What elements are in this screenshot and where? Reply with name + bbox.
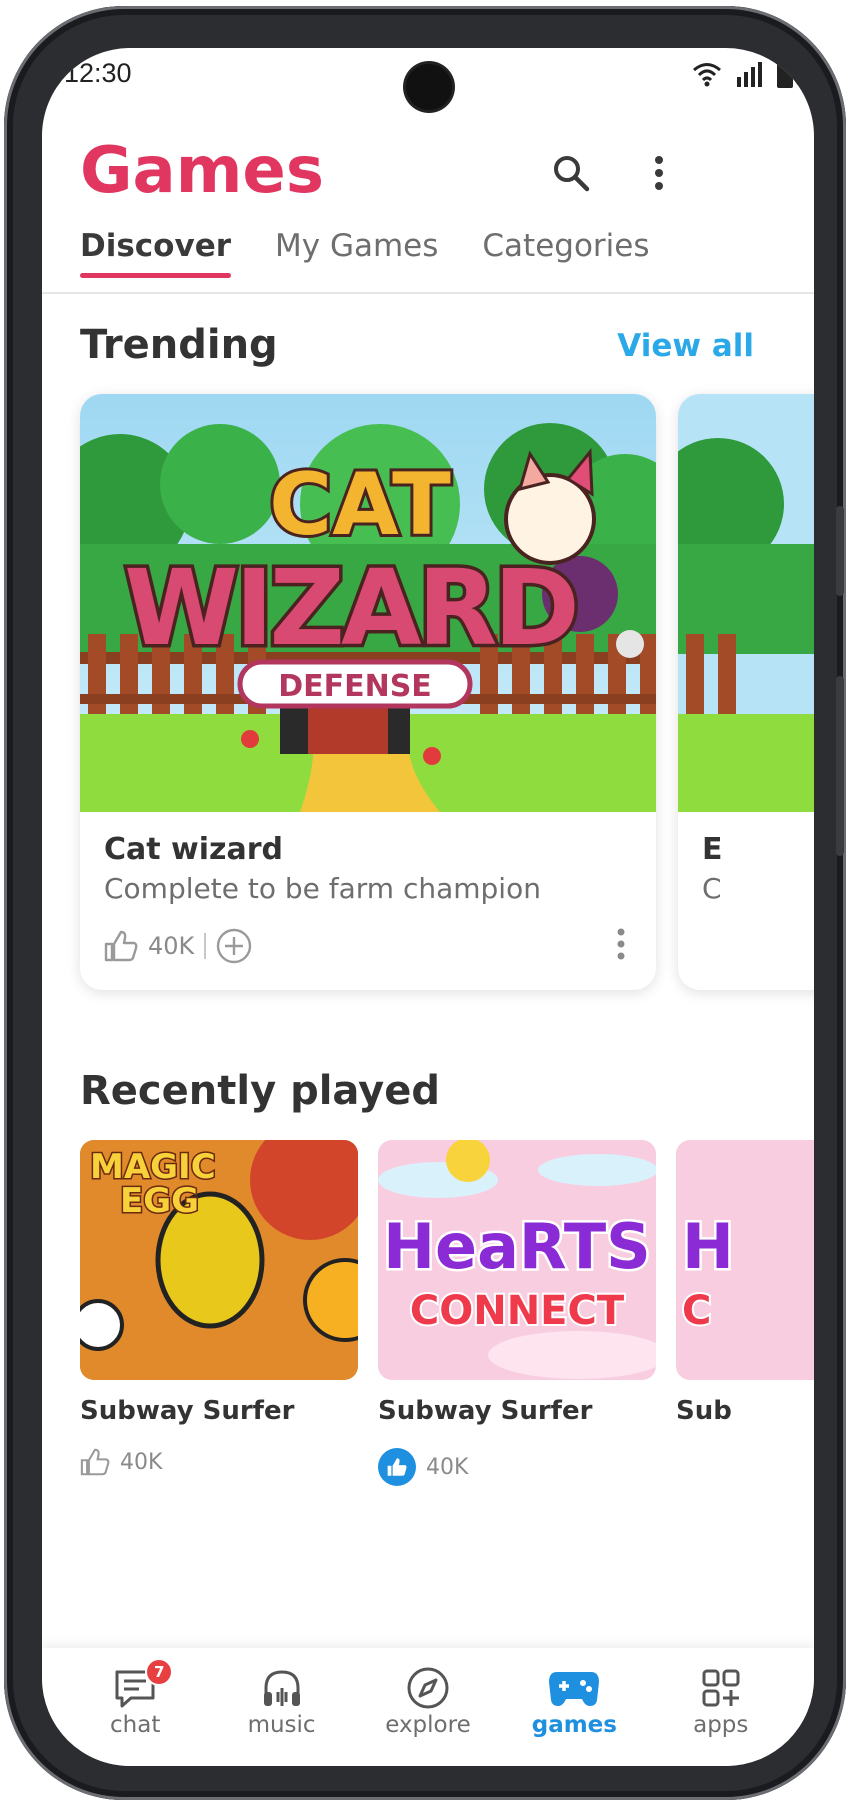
tab-my-games[interactable]: My Games: [275, 228, 438, 276]
recent-card-title: Subway Surfer: [80, 1396, 295, 1426]
search-icon: [554, 156, 590, 192]
card-actions: 40K: [378, 1448, 656, 1486]
nav-label: music: [247, 1712, 316, 1738]
card-actions: 40K: [104, 928, 252, 964]
power-button: [836, 676, 844, 856]
thumbs-up-icon[interactable]: [80, 1448, 110, 1476]
tab-categories[interactable]: Categories: [482, 228, 649, 276]
signal-icon: [737, 62, 762, 87]
like-count: 40K: [148, 932, 195, 960]
screen: 12:30 Games Discover My Games Categories…: [42, 48, 814, 1766]
game-artwork: H C: [676, 1140, 814, 1380]
phone-frame: 12:30 Games Discover My Games Categories…: [4, 6, 846, 1800]
more-options-button[interactable]: [632, 146, 686, 200]
art-logo-defense: DEFENSE: [278, 669, 432, 704]
bottom-nav: 7 chat music explore games apps: [42, 1648, 814, 1766]
like-count: 40K: [120, 1449, 163, 1475]
recent-game-card[interactable]: HeaRTS CONNECT Subway Surfer 40K: [378, 1140, 656, 1486]
front-camera: [406, 64, 452, 110]
tab-divider: [42, 292, 814, 294]
nav-label: games: [531, 1712, 617, 1738]
art-logo-wizard: WIZARD: [124, 547, 576, 669]
game-card-cat-wizard[interactable]: CAT WIZARD DEFENSE Cat wizard Complete t…: [80, 394, 656, 990]
battery-icon: [777, 60, 793, 88]
nav-explore[interactable]: explore: [368, 1648, 488, 1766]
apps-icon: [702, 1669, 740, 1707]
nav-label: apps: [693, 1712, 749, 1738]
wifi-icon: [693, 63, 721, 87]
tab-discover[interactable]: Discover: [80, 228, 232, 278]
game-card-peek[interactable]: E C: [678, 394, 814, 990]
page-title: Games: [80, 134, 324, 208]
more-vertical-icon: [617, 928, 625, 960]
nav-music[interactable]: music: [222, 1648, 342, 1766]
game-artwork: HeaRTS CONNECT: [378, 1140, 656, 1380]
art-logo-hearts: HeaRTS: [383, 1210, 651, 1283]
headphones-icon: [263, 1670, 300, 1706]
like-count: 40K: [426, 1454, 469, 1480]
thumbs-up-icon[interactable]: [104, 930, 138, 962]
nav-label: chat: [110, 1712, 161, 1738]
recently-played-heading: Recently played: [80, 1068, 441, 1114]
recent-card-title: Subway Surfer: [378, 1396, 593, 1426]
thumbs-up-icon: [387, 1458, 407, 1476]
tab-bar: Discover My Games Categories: [80, 228, 694, 278]
search-button[interactable]: [544, 146, 598, 200]
recent-card-title: Sub: [676, 1396, 732, 1426]
recent-game-card[interactable]: MAGIC EGG Subway Surfer 40K: [80, 1140, 358, 1476]
action-divider: [204, 933, 207, 959]
status-time: 12:30: [64, 58, 132, 88]
art-logo-cat: CAT: [269, 455, 451, 555]
game-artwork: [678, 394, 814, 812]
nav-games[interactable]: games: [514, 1648, 634, 1766]
view-all-link[interactable]: View all: [617, 328, 754, 364]
nav-chat[interactable]: 7 chat: [75, 1648, 195, 1766]
status-icons: [692, 60, 794, 88]
card-more-button[interactable]: [616, 928, 626, 964]
card-subtitle: Complete to be farm champion: [104, 872, 541, 905]
add-circle-icon[interactable]: [216, 928, 252, 964]
trending-heading: Trending: [80, 322, 278, 368]
nav-apps[interactable]: apps: [661, 1648, 781, 1766]
more-vertical-icon: [655, 156, 663, 190]
like-button-active[interactable]: [378, 1448, 416, 1486]
gamepad-icon: [549, 1672, 600, 1706]
notification-badge: 7: [145, 1658, 174, 1686]
card-title: Cat wizard: [104, 832, 284, 867]
card-title: E: [702, 832, 723, 867]
game-artwork: MAGIC EGG: [80, 1140, 358, 1380]
compass-icon: [407, 1667, 449, 1709]
volume-button: [836, 506, 844, 596]
card-actions: 40K: [80, 1448, 358, 1476]
art-logo-c: C: [682, 1288, 711, 1334]
recent-game-card-peek[interactable]: H C Sub: [676, 1140, 814, 1426]
card-subtitle: C: [702, 872, 722, 905]
art-logo-h: H: [682, 1210, 734, 1283]
nav-label: explore: [385, 1712, 471, 1738]
art-logo-connect: CONNECT: [410, 1288, 625, 1334]
art-logo-egg: EGG: [120, 1181, 199, 1221]
game-artwork: CAT WIZARD DEFENSE: [80, 394, 656, 812]
